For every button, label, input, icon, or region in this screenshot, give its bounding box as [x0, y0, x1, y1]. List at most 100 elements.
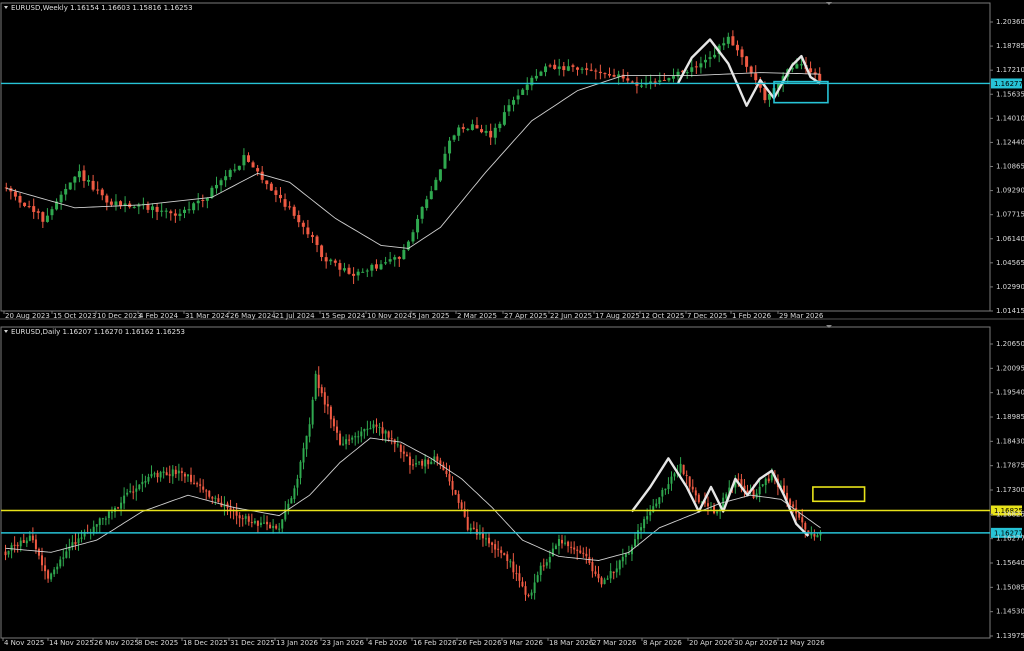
candle[interactable] — [378, 422, 381, 436]
candle[interactable] — [283, 193, 287, 211]
candle[interactable] — [694, 487, 697, 503]
candle[interactable] — [667, 477, 670, 495]
candle[interactable] — [536, 571, 539, 583]
candle[interactable] — [290, 496, 293, 504]
candle[interactable] — [171, 465, 174, 484]
candle[interactable] — [246, 152, 250, 163]
candle[interactable] — [554, 543, 557, 550]
candle[interactable] — [320, 244, 324, 262]
candle[interactable] — [420, 206, 424, 224]
candle[interactable] — [685, 470, 688, 485]
daily-menu-icon[interactable] — [4, 330, 8, 333]
candle[interactable] — [655, 498, 658, 509]
candle[interactable] — [670, 471, 673, 491]
candle[interactable] — [68, 538, 71, 559]
candle[interactable] — [332, 415, 335, 431]
candle[interactable] — [544, 63, 548, 77]
candle[interactable] — [411, 229, 415, 244]
candle[interactable] — [608, 67, 612, 78]
candle[interactable] — [305, 435, 308, 457]
candle[interactable] — [649, 74, 653, 90]
candle[interactable] — [393, 438, 396, 453]
candle[interactable] — [56, 563, 59, 574]
candle[interactable] — [530, 589, 533, 600]
candle[interactable] — [348, 434, 351, 446]
candle[interactable] — [452, 134, 456, 143]
candle[interactable] — [618, 559, 621, 576]
candle[interactable] — [397, 256, 401, 267]
candle[interactable] — [253, 518, 256, 525]
candle[interactable] — [512, 96, 516, 112]
candle[interactable] — [524, 581, 527, 601]
candle[interactable] — [497, 540, 500, 557]
candle[interactable] — [694, 61, 698, 75]
candle[interactable] — [82, 165, 86, 188]
candle[interactable] — [816, 533, 819, 538]
candle[interactable] — [472, 521, 475, 530]
candle[interactable] — [488, 532, 491, 548]
candle[interactable] — [183, 206, 187, 219]
candle[interactable] — [443, 146, 447, 169]
candle[interactable] — [470, 119, 474, 131]
candle[interactable] — [466, 127, 470, 132]
candle[interactable] — [491, 541, 494, 553]
candle[interactable] — [269, 522, 272, 529]
candle[interactable] — [32, 198, 36, 219]
candle[interactable] — [365, 268, 369, 278]
candle[interactable] — [178, 208, 182, 221]
candle[interactable] — [722, 37, 726, 51]
candle[interactable] — [390, 430, 393, 445]
candle[interactable] — [150, 465, 153, 479]
candle[interactable] — [735, 40, 739, 56]
candle[interactable] — [169, 209, 173, 221]
candle[interactable] — [274, 186, 278, 203]
candle[interactable] — [534, 69, 538, 81]
candle[interactable] — [16, 542, 19, 553]
candle[interactable] — [566, 59, 570, 72]
candle[interactable] — [168, 465, 171, 484]
candle[interactable] — [196, 193, 200, 211]
candle[interactable] — [347, 264, 351, 275]
candle[interactable] — [557, 534, 560, 555]
candle[interactable] — [466, 509, 469, 532]
candle[interactable] — [180, 467, 183, 482]
candle[interactable] — [416, 214, 420, 240]
candle[interactable] — [301, 220, 305, 235]
candle[interactable] — [589, 63, 593, 72]
candle[interactable] — [235, 502, 238, 525]
candle[interactable] — [697, 493, 700, 504]
candle[interactable] — [369, 421, 372, 430]
candle[interactable] — [637, 523, 640, 547]
candle[interactable] — [214, 176, 218, 194]
candle[interactable] — [375, 418, 378, 433]
candle[interactable] — [585, 546, 588, 564]
candle[interactable] — [159, 470, 162, 482]
candle[interactable] — [597, 566, 600, 583]
candle[interactable] — [232, 506, 235, 520]
candle[interactable] — [155, 203, 159, 221]
candle[interactable] — [454, 489, 457, 495]
pattern-zigzag[interactable] — [630, 457, 810, 537]
candle[interactable] — [104, 516, 107, 526]
candle[interactable] — [667, 77, 671, 83]
candle[interactable] — [288, 201, 292, 210]
candle[interactable] — [107, 511, 110, 525]
pattern-zigzag[interactable] — [677, 38, 821, 107]
candle[interactable] — [644, 75, 648, 89]
candle[interactable] — [18, 193, 22, 208]
candle[interactable] — [767, 473, 770, 484]
candle[interactable] — [98, 517, 101, 533]
candle[interactable] — [196, 481, 199, 488]
candle[interactable] — [310, 231, 314, 244]
candle[interactable] — [363, 428, 366, 439]
candle[interactable] — [356, 268, 360, 281]
candle[interactable] — [47, 569, 50, 583]
candle[interactable] — [324, 252, 328, 269]
candle[interactable] — [91, 174, 95, 192]
candle[interactable] — [132, 485, 135, 500]
candle[interactable] — [576, 66, 580, 76]
candle[interactable] — [600, 576, 603, 588]
candle[interactable] — [594, 565, 597, 577]
candle[interactable] — [688, 476, 691, 492]
candle[interactable] — [509, 558, 512, 568]
